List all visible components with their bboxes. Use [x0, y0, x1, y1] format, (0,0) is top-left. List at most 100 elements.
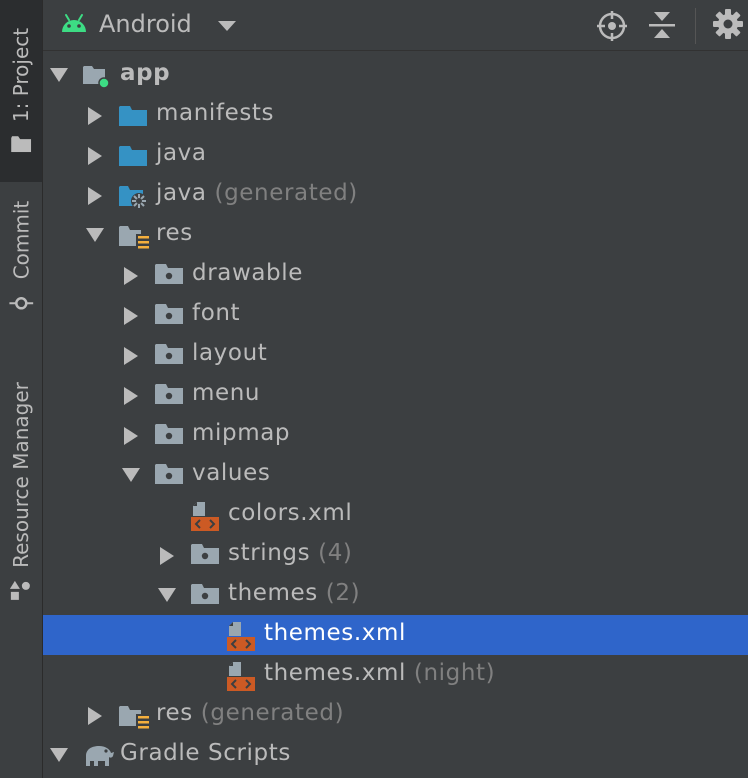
tree-item[interactable]: menu [43, 375, 748, 415]
tree-item[interactable]: java (generated) [43, 175, 748, 215]
tree-item-label: themes (2) [228, 580, 360, 606]
tree-item[interactable]: themes (2) [43, 575, 748, 615]
collapse-all-icon[interactable] [649, 10, 675, 40]
tree-item-label: mipmap [192, 420, 290, 446]
tree-item-suffix: (generated) [206, 180, 358, 206]
tab-project[interactable]: 1: Project [0, 0, 42, 182]
collapsed-arrow-icon[interactable] [124, 347, 138, 369]
tree-item-label: drawable [192, 260, 303, 286]
tree-item[interactable]: font [43, 295, 748, 335]
tree-item[interactable]: colors.xml [43, 495, 748, 535]
tree-item-name: java [156, 140, 207, 166]
folder-icon [155, 422, 183, 450]
project-view-selector[interactable]: Android [99, 10, 192, 38]
tree-item-label: Gradle Scripts [120, 740, 291, 766]
tree-item-suffix: (4) [310, 540, 353, 566]
resource-folder-icon [119, 702, 151, 734]
tree-item-label: strings (4) [228, 540, 353, 566]
generated-source-folder-icon [119, 182, 149, 214]
tree-item-suffix: (2) [317, 580, 361, 606]
tree-item-label: layout [192, 340, 267, 366]
collapsed-arrow-icon[interactable] [124, 267, 138, 289]
xml-file-icon [227, 622, 255, 656]
folder-icon [155, 302, 183, 330]
dropdown-arrow-icon[interactable] [218, 21, 236, 31]
source-folder-icon [119, 102, 147, 132]
collapsed-arrow-icon[interactable] [160, 547, 174, 569]
tree-item[interactable]: strings (4) [43, 535, 748, 575]
tree-item-name: colors.xml [228, 500, 353, 526]
tree-item-name: mipmap [192, 420, 291, 446]
project-toolbar: Android [43, 0, 748, 51]
tree-item[interactable]: app [43, 55, 748, 95]
folder-icon [155, 382, 183, 410]
locate-icon[interactable] [596, 10, 628, 42]
resource-folder-icon [119, 222, 151, 254]
tree-item-name: drawable [192, 260, 303, 286]
folder-icon [155, 342, 183, 370]
tree-item-name: manifests [156, 100, 275, 126]
collapsed-arrow-icon[interactable] [88, 187, 102, 209]
tree-item-label: colors.xml [228, 500, 352, 526]
tree-item-name: values [192, 460, 271, 486]
tree-item[interactable]: mipmap [43, 415, 748, 455]
collapsed-arrow-icon[interactable] [124, 387, 138, 409]
settings-gear-icon[interactable] [713, 9, 743, 39]
xml-file-icon [191, 502, 219, 536]
expanded-arrow-icon[interactable] [158, 587, 176, 606]
folder-icon [155, 262, 183, 290]
expanded-arrow-icon[interactable] [50, 67, 68, 86]
tree-item-label: manifests [156, 100, 274, 126]
expanded-arrow-icon[interactable] [50, 747, 68, 766]
tree-item[interactable]: manifests [43, 95, 748, 135]
xml-file-icon [227, 662, 255, 696]
gradle-elephant-icon [83, 742, 115, 772]
tab-commit[interactable]: Commit [0, 195, 42, 320]
tree-item[interactable]: Gradle Scripts [43, 735, 748, 775]
tree-item-label: java [156, 140, 207, 166]
tree-item-name: font [192, 300, 241, 326]
collapsed-arrow-icon[interactable] [124, 427, 138, 449]
tree-item[interactable]: themes.xml [43, 615, 748, 655]
expanded-arrow-icon[interactable] [86, 227, 104, 246]
tree-item-label: values [192, 460, 270, 486]
tree-item-name: java [156, 180, 207, 206]
tree-item[interactable]: res [43, 215, 748, 255]
tree-item-name: res [156, 700, 193, 726]
tree-item[interactable]: layout [43, 335, 748, 375]
tree-item-suffix: (night) [406, 660, 496, 686]
tree-item-suffix: (generated) [192, 700, 345, 726]
module-folder-icon [83, 62, 111, 92]
tree-item-name: menu [192, 380, 261, 406]
tree-item-name: strings [228, 540, 311, 566]
tree-item-name: themes.xml [264, 620, 407, 646]
folder-icon [191, 582, 219, 610]
tree-item-name: Gradle Scripts [120, 740, 291, 766]
tree-item-label: res (generated) [156, 700, 344, 726]
tree-item-name: res [156, 220, 193, 246]
collapsed-arrow-icon[interactable] [88, 107, 102, 129]
project-tree: app manifests java java (generated) res drawa… [43, 55, 748, 775]
toolbar-separator [695, 8, 696, 44]
folder-icon [191, 542, 219, 570]
collapsed-arrow-icon[interactable] [88, 707, 102, 729]
tab-commit-label: Commit [9, 200, 34, 279]
expanded-arrow-icon[interactable] [122, 467, 140, 486]
tree-item[interactable]: java [43, 135, 748, 175]
collapsed-arrow-icon[interactable] [124, 307, 138, 329]
tree-item[interactable]: values [43, 455, 748, 495]
tree-item[interactable]: res (generated) [43, 695, 748, 735]
source-folder-icon [119, 142, 147, 172]
tree-item-label: app [120, 60, 170, 86]
tab-resource-manager-label: Resource Manager [9, 382, 33, 568]
tab-resource-manager[interactable]: Resource Manager [0, 362, 42, 622]
tree-item-label: res [156, 220, 193, 246]
tree-item-label: java (generated) [156, 180, 358, 206]
tree-item[interactable]: themes.xml (night) [43, 655, 748, 695]
collapsed-arrow-icon[interactable] [88, 147, 102, 169]
tree-item[interactable]: drawable [43, 255, 748, 295]
tree-item-name: themes.xml [264, 660, 407, 686]
folder-icon [155, 462, 183, 490]
tree-item-label: themes.xml (night) [264, 660, 495, 686]
commit-icon [9, 296, 34, 310]
